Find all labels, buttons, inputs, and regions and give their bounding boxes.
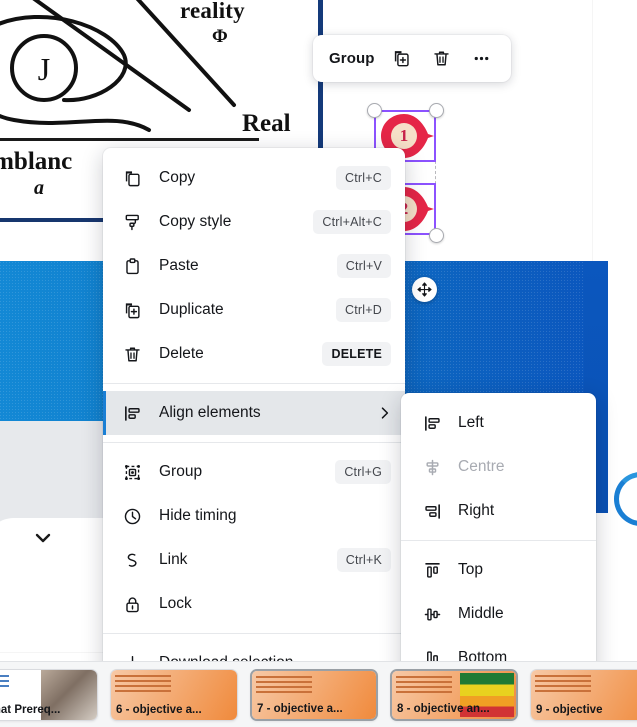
- menu-item-duplicate[interactable]: Duplicate Ctrl+D: [103, 288, 405, 332]
- divider-thin: [0, 138, 259, 141]
- delete-button[interactable]: [428, 45, 455, 72]
- more-options-button[interactable]: [468, 45, 495, 72]
- submenu-item-centre: Centre: [401, 445, 596, 489]
- lock-icon: [121, 593, 143, 615]
- slide-thumbnail-strip[interactable]: - What Prereq... 6 - objective a... 7 - …: [0, 661, 637, 727]
- menu-item-lock[interactable]: Lock: [103, 582, 405, 626]
- selection-toolbar[interactable]: Group: [313, 35, 511, 82]
- link-icon: [121, 549, 143, 571]
- menu-item-link[interactable]: Link Ctrl+K: [103, 538, 405, 582]
- menu-item-copy-style-shortcut: Ctrl+Alt+C: [313, 210, 391, 234]
- align-top-icon: [421, 559, 443, 581]
- chevron-down-icon[interactable]: [35, 533, 51, 544]
- menu-item-delete[interactable]: Delete DELETE: [103, 332, 405, 376]
- slide-thumbnail-label: 6 - objective a...: [116, 703, 202, 716]
- diagram-word-real: Real: [242, 110, 291, 137]
- submenu-item-right[interactable]: Right: [401, 489, 596, 533]
- menu-separator: [103, 633, 405, 634]
- align-centre-icon: [421, 456, 443, 478]
- resize-handle-bottom-right[interactable]: [429, 228, 444, 243]
- submenu-item-top[interactable]: Top: [401, 548, 596, 592]
- menu-item-copy-shortcut: Ctrl+C: [336, 166, 391, 190]
- submenu-item-left[interactable]: Left: [401, 401, 596, 445]
- slide-thumbnail-label: 8 - objective an...: [397, 702, 490, 715]
- menu-separator: [103, 383, 405, 384]
- submenu-separator: [401, 540, 596, 541]
- copy-icon: [121, 167, 143, 189]
- menu-item-duplicate-label: Duplicate: [159, 301, 224, 318]
- menu-item-duplicate-shortcut: Ctrl+D: [336, 298, 391, 322]
- slide-thumbnail[interactable]: - What Prereq...: [0, 668, 98, 721]
- menu-item-link-shortcut: Ctrl+K: [336, 548, 391, 572]
- group-icon: [121, 461, 143, 483]
- menu-item-copy-style[interactable]: Copy style Ctrl+Alt+C: [103, 200, 405, 244]
- slide-thumbnail-label: - What Prereq...: [0, 703, 61, 716]
- menu-item-group-shortcut: Ctrl+G: [335, 460, 391, 484]
- slide-thumbnail-label: 7 - objective a...: [257, 702, 343, 715]
- menu-item-delete-shortcut: DELETE: [322, 342, 391, 366]
- menu-separator: [103, 442, 405, 443]
- resize-handle-top-right[interactable]: [429, 103, 444, 118]
- thumbnail-content-lines: [256, 675, 312, 694]
- duplicate-button[interactable]: [388, 45, 415, 72]
- duplicate-icon: [394, 51, 409, 67]
- menu-item-link-label: Link: [159, 551, 188, 568]
- paint-roller-icon: [121, 211, 143, 233]
- align-left-icon: [421, 412, 443, 434]
- move-handle[interactable]: [412, 277, 437, 302]
- diagram-word-phi: Φ: [212, 26, 228, 47]
- decorative-ring: [614, 472, 637, 526]
- align-submenu[interactable]: Left Centre Right Top Middle Bottom: [401, 393, 596, 688]
- menu-item-hide-timing-label: Hide timing: [159, 507, 237, 524]
- align-left-icon: [121, 402, 143, 424]
- diagram-word-a: a: [34, 177, 44, 199]
- move-icon: [417, 282, 432, 297]
- menu-item-paste-label: Paste: [159, 257, 199, 274]
- presentation-editor: J reality Φ Real emblanc a: [0, 0, 637, 727]
- trash-icon: [121, 343, 143, 365]
- slide-thumbnail-label: 9 - objective: [536, 703, 603, 716]
- resize-handle-top-left[interactable]: [367, 103, 382, 118]
- trash-icon: [433, 51, 449, 66]
- diagram-word-semblance: emblanc: [0, 148, 73, 175]
- submenu-item-left-label: Left: [458, 414, 484, 431]
- pointer-marker-1-number: 1: [399, 126, 409, 145]
- chevron-right-icon: [381, 407, 389, 419]
- submenu-item-centre-label: Centre: [458, 458, 505, 475]
- clock-icon: [121, 505, 143, 527]
- menu-item-group-label: Group: [159, 463, 203, 480]
- diagram-letter-j: J: [38, 51, 50, 87]
- submenu-item-middle-label: Middle: [458, 605, 504, 622]
- clipboard-icon: [121, 255, 143, 277]
- align-middle-icon: [421, 603, 443, 625]
- submenu-item-top-label: Top: [458, 561, 483, 578]
- context-menu[interactable]: Copy Ctrl+C Copy style Ctrl+Alt+C Paste …: [103, 148, 405, 693]
- slide-thumbnail[interactable]: 6 - objective a...: [110, 668, 238, 721]
- diagram-word-reality: reality: [180, 0, 245, 23]
- thumbnail-content-lines: [0, 674, 9, 687]
- menu-item-align-elements[interactable]: Align elements: [103, 391, 405, 435]
- menu-item-paste-shortcut: Ctrl+V: [336, 254, 391, 278]
- menu-item-delete-label: Delete: [159, 345, 204, 362]
- ellipsis-icon: [474, 56, 488, 61]
- menu-item-copy-style-label: Copy style: [159, 213, 232, 230]
- slide-thumbnail[interactable]: 8 - objective an...: [390, 668, 518, 721]
- menu-item-align-elements-label: Align elements: [159, 404, 261, 421]
- menu-item-copy[interactable]: Copy Ctrl+C: [103, 156, 405, 200]
- slide-thumbnail[interactable]: 9 - objective: [530, 668, 637, 721]
- thumbnail-content-lines: [535, 674, 591, 693]
- menu-item-paste[interactable]: Paste Ctrl+V: [103, 244, 405, 288]
- duplicate-icon: [121, 299, 143, 321]
- menu-item-lock-label: Lock: [159, 595, 192, 612]
- submenu-item-right-label: Right: [458, 502, 495, 519]
- align-right-icon: [421, 500, 443, 522]
- menu-item-group[interactable]: Group Ctrl+G: [103, 450, 405, 494]
- thumbnail-content-lines: [115, 674, 171, 693]
- slide-thumbnail[interactable]: 7 - objective a...: [250, 668, 378, 721]
- group-button-label[interactable]: Group: [329, 50, 375, 67]
- submenu-item-middle[interactable]: Middle: [401, 592, 596, 636]
- thumbnail-content-lines: [396, 675, 452, 694]
- menu-item-copy-label: Copy: [159, 169, 196, 186]
- menu-item-hide-timing[interactable]: Hide timing: [103, 494, 405, 538]
